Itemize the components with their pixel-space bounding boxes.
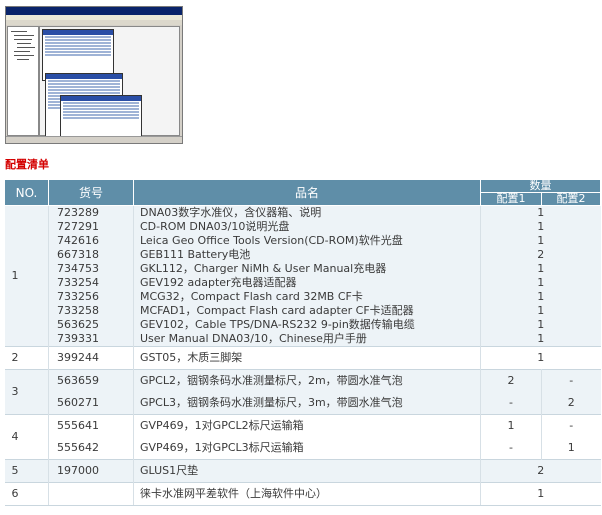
cell-name: GVP469，1对GPCL2标尺运输箱	[133, 414, 481, 437]
cell-no: 2	[4, 346, 49, 370]
cell-code: 733254	[48, 276, 134, 290]
cell-config1: -	[480, 437, 542, 460]
cell-config2: -	[541, 369, 601, 392]
table-row: 727291 CD-ROM DNA03/10说明光盘 1	[5, 220, 601, 234]
table-row: 560271 GPCL3，铟钢条码水准测量标尺，3m，带圆水准气泡 -2	[5, 392, 601, 415]
cell-qty: 1	[480, 262, 601, 276]
cell-code: 742616	[48, 234, 134, 248]
cell-code: 563625	[48, 318, 134, 332]
cell-no: 1	[4, 205, 49, 347]
cell-qty: 1	[480, 276, 601, 290]
cell-name: User Manual DNA03/10，Chinese用户手册	[133, 332, 481, 347]
cell-name: MCFAD1，Compact Flash card adapter CF卡适配器	[133, 304, 481, 318]
cell-no: 4	[4, 414, 49, 460]
header-code: 货号	[48, 179, 134, 206]
table-row: 667318 GEB111 Battery电池 2	[5, 248, 601, 262]
section-title: 配置清单	[5, 158, 49, 171]
table-row: 6 徕卡水准网平差软件（上海软件中心） 1	[4, 482, 601, 506]
cell-name: GKL112，Charger NiMh & User Manual充电器	[133, 262, 481, 276]
cell-qty: 1	[480, 304, 601, 318]
cell-qty: 1	[480, 318, 601, 332]
cell-config2: 1	[541, 437, 601, 460]
cell-qty: 1	[480, 332, 601, 347]
cell-config2: -	[541, 414, 601, 437]
header-name: 品名	[133, 179, 481, 206]
cell-name: GPCL2，铟钢条码水准测量标尺，2m，带圆水准气泡	[133, 369, 481, 392]
cell-code: 555641	[48, 414, 134, 437]
cell-no: 6	[4, 482, 49, 506]
software-screenshot-thumbnail	[5, 6, 183, 144]
thumb-toolbar	[6, 20, 182, 25]
cell-name: GEV102，Cable TPS/DNA-RS232 9-pin数据传输电缆	[133, 318, 481, 332]
cell-name: CD-ROM DNA03/10说明光盘	[133, 220, 481, 234]
cell-qty: 1	[480, 290, 601, 304]
cell-qty: 1	[480, 346, 601, 370]
cell-code: 563659	[48, 369, 134, 392]
cell-name: GEB111 Battery电池	[133, 248, 481, 262]
cell-config2: 2	[541, 392, 601, 415]
cell-qty: 1	[480, 220, 601, 234]
table-row: 733254 GEV192 adapter充电器适配器 1	[5, 276, 601, 290]
cell-qty: 1	[480, 234, 601, 248]
cell-no: 5	[4, 459, 49, 483]
thumb-main-pane	[39, 26, 180, 137]
cell-name: GVP469，1对GPCL3标尺运输箱	[133, 437, 481, 460]
cell-code: 739331	[48, 332, 134, 347]
header-config1: 配置1	[480, 192, 542, 206]
cell-code: 723289	[48, 205, 134, 220]
cell-name: MCG32，Compact Flash card 32MB CF卡	[133, 290, 481, 304]
table-header: NO. 货号 品名 数量 配置1 配置2	[4, 179, 601, 206]
header-config2: 配置2	[541, 192, 601, 206]
cell-code: 734753	[48, 262, 134, 276]
cell-qty: 2	[480, 248, 601, 262]
thumb-title-bar	[6, 7, 182, 15]
table-row: 2 399244 GST05，木质三脚架 1	[4, 346, 601, 370]
table-row: 742616 Leica Geo Office Tools Version(CD-…	[5, 234, 601, 248]
cell-name: GLUS1尺垫	[133, 459, 481, 483]
cell-name: GPCL3，铟钢条码水准测量标尺，3m，带圆水准气泡	[133, 392, 481, 415]
cell-qty: 1	[480, 482, 601, 506]
header-qty: 数量	[480, 179, 601, 193]
cell-code: 733256	[48, 290, 134, 304]
thumb-window-3	[60, 95, 142, 137]
cell-code: 197000	[48, 459, 134, 483]
table-row: 4 555641 GVP469，1对GPCL2标尺运输箱 1-	[4, 414, 601, 460]
table-row: 733258 MCFAD1，Compact Flash card adapter …	[5, 304, 601, 318]
table-row: 1 723289 DNA03数字水准仪，含仪器箱、说明 1	[4, 205, 601, 347]
cell-name: Leica Geo Office Tools Version(CD-ROM)软件…	[133, 234, 481, 248]
cell-code: 733258	[48, 304, 134, 318]
cell-name: GST05，木质三脚架	[133, 346, 481, 370]
cell-config1: 1	[480, 414, 542, 437]
table-row: 3 563659 GPCL2，铟钢条码水准测量标尺，2m，带圆水准气泡 2-	[4, 369, 601, 415]
cell-code: 727291	[48, 220, 134, 234]
table-row: 734753 GKL112，Charger NiMh & User Manual充…	[5, 262, 601, 276]
header-no: NO.	[4, 179, 49, 206]
cell-name: DNA03数字水准仪，含仪器箱、说明	[133, 205, 481, 220]
cell-config1: 2	[480, 369, 542, 392]
cell-no: 3	[4, 369, 49, 415]
cell-code: 667318	[48, 248, 134, 262]
cell-code: 560271	[48, 392, 134, 415]
table-row: 5 197000 GLUS1尺垫 2	[4, 459, 601, 483]
cell-name: GEV192 adapter充电器适配器	[133, 276, 481, 290]
table-row: 733256 MCG32，Compact Flash card 32MB CF卡 1	[5, 290, 601, 304]
cell-config1: -	[480, 392, 542, 415]
cell-code	[48, 482, 134, 506]
table-row: 739331 User Manual DNA03/10，Chinese用户手册 1	[5, 332, 601, 347]
table-row: 555642 GVP469，1对GPCL3标尺运输箱 -1	[5, 437, 601, 460]
config-table: NO. 货号 品名 数量 配置1 配置2 1 723289 DNA03数字水准仪，含…	[4, 179, 601, 506]
cell-name: 徕卡水准网平差软件（上海软件中心）	[133, 482, 481, 506]
cell-qty: 2	[480, 459, 601, 483]
cell-code: 555642	[48, 437, 134, 460]
thumb-tree-pane	[7, 26, 39, 136]
table-row: 563625 GEV102，Cable TPS/DNA-RS232 9-pin数据…	[5, 318, 601, 332]
thumb-status-bar	[6, 136, 182, 143]
cell-qty: 1	[480, 205, 601, 220]
cell-code: 399244	[48, 346, 134, 370]
table-body: 1 723289 DNA03数字水准仪，含仪器箱、说明 1 727291 CD-ROM D…	[4, 205, 601, 506]
